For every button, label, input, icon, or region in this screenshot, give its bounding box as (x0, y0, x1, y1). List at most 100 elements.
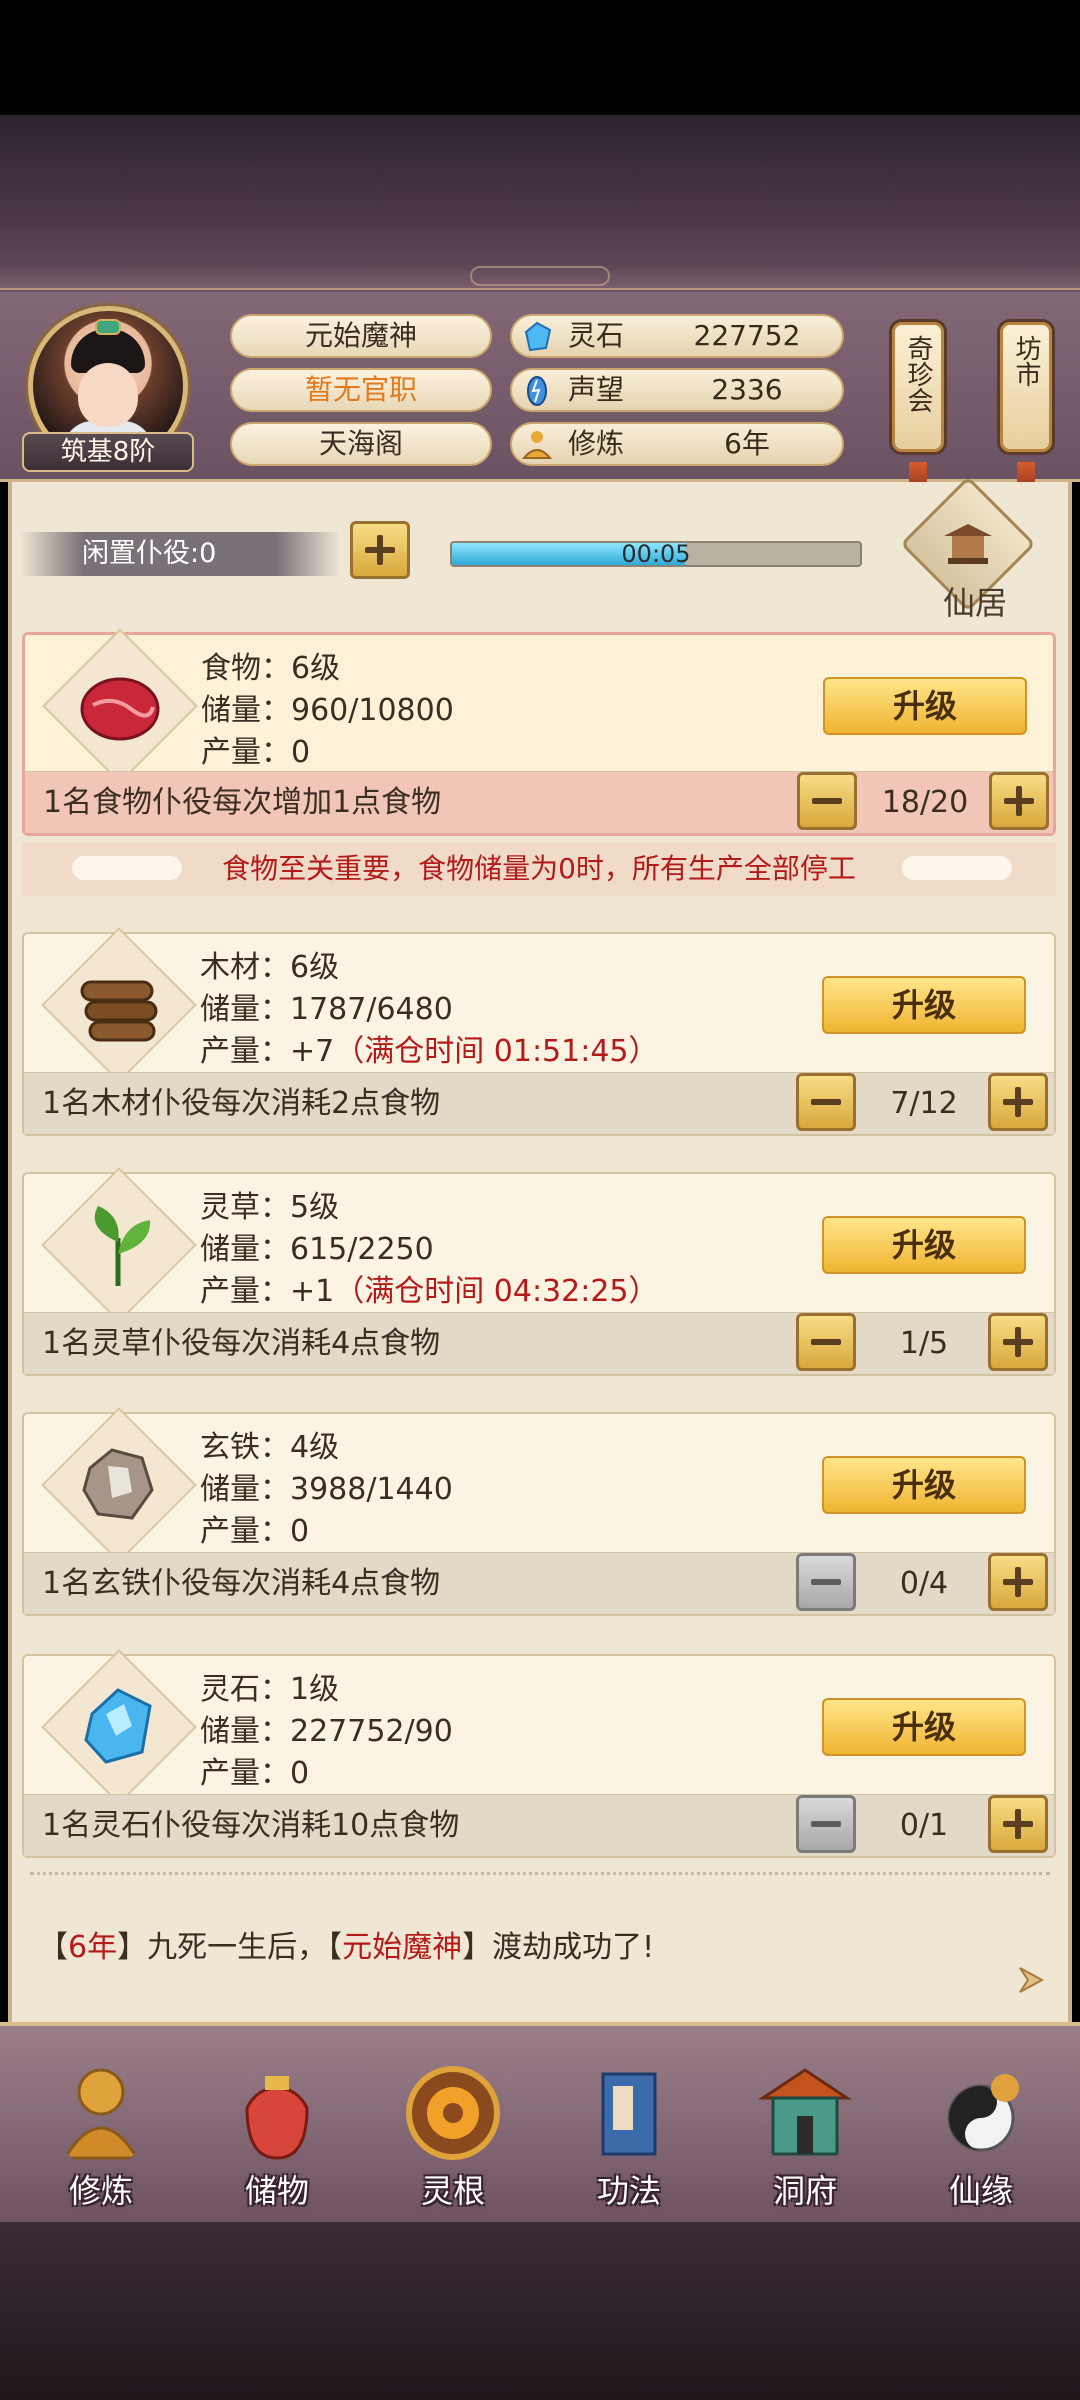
nav-skills[interactable]: 功法 (554, 2058, 704, 2218)
treasure-fair-label: 奇珍会 (903, 335, 933, 413)
header-ornament (0, 262, 1080, 290)
wood-logs-icon (80, 980, 158, 1042)
cultivate-icon (62, 2068, 140, 2160)
plus-icon (1003, 1327, 1033, 1357)
worker-row: 1名食物仆役每次增加1点食物 18/20 (25, 771, 1053, 833)
player-header: 筑基8阶 元始魔神 暂无官职 天海阁 灵石 227752 声望 2336 修炼 … (0, 292, 1080, 502)
resource-card-herb: 灵草：5级 储量：615/2250 产量：+1（满仓时间 04:32:25） 升… (22, 1167, 1056, 1376)
worker-row: 1名玄铁仆役每次消耗4点食物 0/4 (24, 1552, 1054, 1614)
decrease-worker-button[interactable] (796, 1795, 856, 1853)
meat-icon (80, 677, 160, 741)
market-label: 坊市 (1011, 335, 1041, 387)
plus-icon (1003, 1809, 1033, 1839)
upgrade-button[interactable]: 升级 (822, 1456, 1026, 1514)
nav-storage[interactable]: 储物 (202, 2058, 352, 2218)
resource-storage: 储量：3988/1440 (200, 1472, 453, 1507)
cultivation-counter: 修炼 6年 (510, 422, 844, 466)
servant-timer-text: 00:05 (621, 540, 691, 568)
skill-book-icon (601, 2072, 657, 2156)
worker-row: 1名灵草仆役每次消耗4点食物 1/5 (24, 1312, 1054, 1374)
minus-icon (811, 1567, 841, 1597)
food-warning-text: 食物至关重要，食物储量为0时，所有生产全部停工 (222, 852, 856, 885)
iron-ore-icon (82, 1448, 154, 1520)
plus-icon (1004, 786, 1034, 816)
resource-level: 木材：6级 (200, 950, 340, 985)
decrease-worker-button[interactable] (796, 1073, 856, 1131)
resource-output: 产量：0 (201, 735, 311, 770)
xianju-label[interactable]: 仙居 (905, 578, 1045, 624)
plus-icon (1003, 1567, 1033, 1597)
worker-count: 7/12 (890, 1086, 958, 1121)
decrease-worker-button[interactable] (796, 1553, 856, 1611)
resource-card-wood: 木材：6级 储量：1787/6480 产量：+7（满仓时间 01:51:45） … (22, 927, 1056, 1136)
nav-spirit-root[interactable]: 灵根 (378, 2058, 528, 2218)
fate-icon (947, 2074, 1019, 2152)
upgrade-button[interactable]: 升级 (823, 677, 1027, 735)
spirit-stone-crystal-icon (84, 1688, 152, 1764)
cultivation-icon (521, 431, 553, 459)
resource-level: 玄铁：4级 (200, 1430, 340, 1465)
food-warning-banner: 食物至关重要，食物储量为0时，所有生产全部停工 (22, 842, 1056, 896)
worker-row: 1名灵石仆役每次消耗10点食物 0/1 (24, 1794, 1054, 1856)
herb-leaf-icon (94, 1206, 151, 1286)
next-arrow-icon[interactable] (1012, 1960, 1052, 2000)
decrease-worker-button[interactable] (797, 772, 857, 830)
upgrade-button[interactable]: 升级 (822, 1216, 1026, 1274)
bottom-background (0, 2222, 1080, 2400)
resource-card-spirit-stone: 灵石：1级 储量：227752/90 产量：0 升级 1名灵石仆役每次消耗10点… (22, 1649, 1056, 1858)
upgrade-button[interactable]: 升级 (822, 976, 1026, 1034)
increase-worker-button[interactable] (988, 1553, 1048, 1611)
spirit-root-icon (406, 2066, 500, 2160)
resource-output: 产量：+7（满仓时间 01:51:45） (200, 1034, 659, 1069)
decrease-worker-button[interactable] (796, 1313, 856, 1371)
minus-icon (812, 786, 842, 816)
resource-storage: 储量：227752/90 (200, 1714, 453, 1749)
treasure-fair-button[interactable]: 奇珍会 (892, 322, 944, 452)
resource-output: 产量：0 (200, 1756, 310, 1791)
cave-mansion-icon (758, 2068, 852, 2156)
spirit-stone-counter: 灵石 227752 (510, 314, 844, 358)
minus-icon (811, 1809, 841, 1839)
worker-description: 1名玄铁仆役每次消耗4点食物 (42, 1566, 441, 1601)
rank-badge: 筑基8阶 (22, 432, 194, 472)
increase-worker-button[interactable] (988, 1313, 1048, 1371)
resource-storage: 储量：615/2250 (200, 1232, 434, 1267)
resource-level: 食物：6级 (201, 651, 341, 686)
plus-icon (365, 535, 395, 565)
increase-worker-button[interactable] (988, 1073, 1048, 1131)
nav-fate[interactable]: 仙缘 (906, 2058, 1056, 2218)
worker-description: 1名食物仆役每次增加1点食物 (43, 785, 442, 820)
official-post[interactable]: 暂无官职 (230, 368, 492, 412)
resource-output: 产量：+1（满仓时间 04:32:25） (200, 1274, 659, 1309)
increase-worker-button[interactable] (988, 1795, 1048, 1853)
market-button[interactable]: 坊市 (1000, 322, 1052, 452)
worker-row: 1名木材仆役每次消耗2点食物 7/12 (24, 1072, 1054, 1134)
worker-count: 0/4 (899, 1566, 949, 1601)
worker-description: 1名灵石仆役每次消耗10点食物 (42, 1808, 460, 1843)
spirit-stone-icon (524, 321, 552, 352)
worker-count: 1/5 (899, 1326, 949, 1361)
ornamental-divider (30, 1872, 1050, 1882)
resource-level: 灵草：5级 (200, 1190, 340, 1225)
event-log: 【6年】九死一生后，【元始魔神】渡劫成功了! (38, 1930, 655, 1965)
resource-output: 产量：0 (200, 1514, 310, 1549)
status-bar (0, 0, 1080, 115)
prestige-counter: 声望 2336 (510, 368, 844, 412)
storage-bag-icon (245, 2076, 309, 2160)
worker-count: 0/1 (899, 1808, 949, 1843)
add-servant-button[interactable] (350, 521, 410, 579)
resource-storage: 储量：960/10800 (201, 693, 454, 728)
worker-description: 1名灵草仆役每次消耗4点食物 (42, 1326, 441, 1361)
sect-name[interactable]: 天海阁 (230, 422, 492, 466)
worker-description: 1名木材仆役每次消耗2点食物 (42, 1086, 441, 1121)
minus-icon (811, 1087, 841, 1117)
nav-cultivate[interactable]: 修炼 (26, 2058, 176, 2218)
pavilion-icon (944, 524, 992, 564)
upgrade-button[interactable]: 升级 (822, 1698, 1026, 1756)
resource-card-food: 食物：6级 储量：960/10800 产量：0 升级 1名食物仆役每次增加1点食… (22, 628, 1056, 836)
increase-worker-button[interactable] (989, 772, 1049, 830)
idle-servants-label: 闲置仆役:0 (20, 532, 340, 576)
nav-cave-mansion[interactable]: 洞府 (730, 2058, 880, 2218)
player-name: 元始魔神 (230, 314, 492, 358)
minus-icon (811, 1327, 841, 1357)
